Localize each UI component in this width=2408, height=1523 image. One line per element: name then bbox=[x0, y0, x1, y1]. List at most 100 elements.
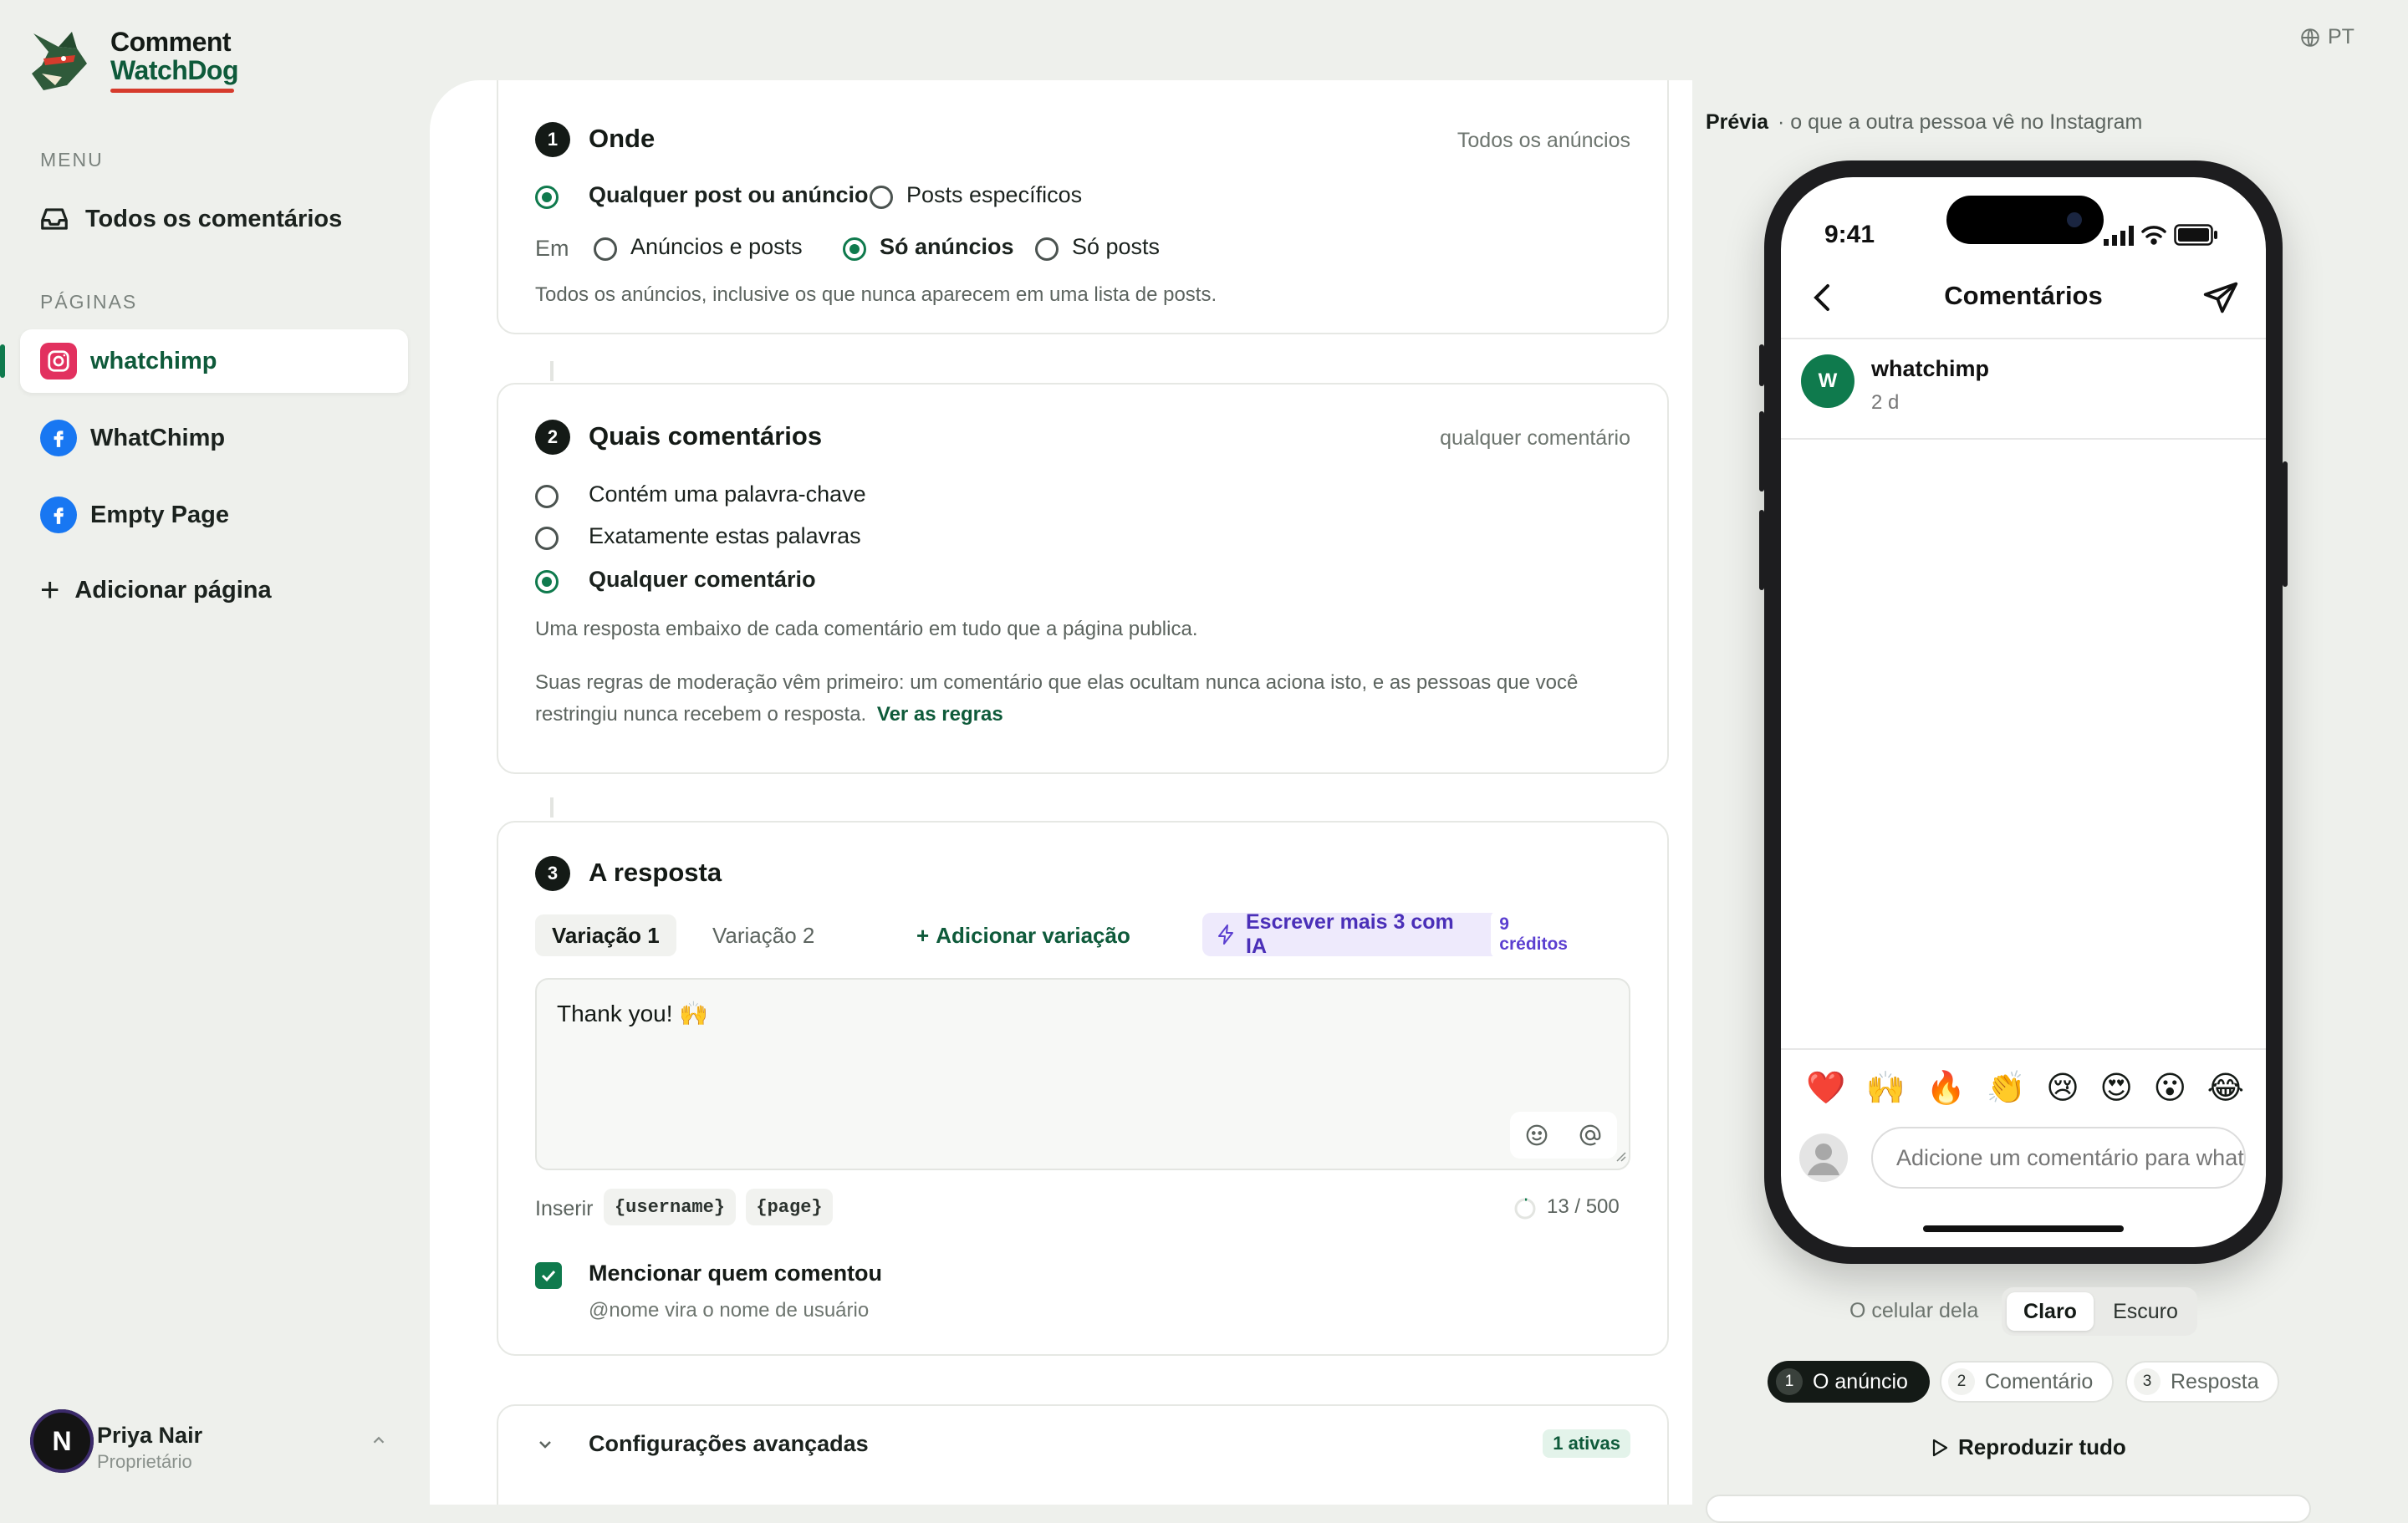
radio-only-posts[interactable] bbox=[1035, 237, 1059, 261]
play-step-comment[interactable]: 2 Comentário bbox=[1940, 1361, 2114, 1403]
mention-icon[interactable] bbox=[1578, 1123, 1603, 1148]
advanced-settings[interactable]: Configurações avançadas 1 ativas bbox=[497, 1404, 1669, 1505]
theme-option-dark[interactable]: Escuro bbox=[2099, 1292, 2192, 1331]
play-step-reply[interactable]: 3 Resposta bbox=[2125, 1361, 2279, 1403]
insert-token-page[interactable]: {page} bbox=[746, 1189, 833, 1225]
add-page-button[interactable]: + Adicionar página bbox=[20, 558, 408, 622]
phone-side-button bbox=[1759, 411, 1764, 492]
tab-variation-2[interactable]: Variação 2 bbox=[696, 914, 831, 956]
brand-underline bbox=[110, 89, 234, 93]
resize-handle-icon[interactable] bbox=[1614, 1149, 1627, 1167]
emoji-reaction[interactable]: 😍 bbox=[2099, 1070, 2133, 1107]
preview-title: Prévia bbox=[1706, 110, 1769, 134]
sidebar-item-page-whatchimp-ig[interactable]: whatchimp bbox=[20, 329, 408, 393]
comment-username: whatchimp bbox=[1871, 356, 1990, 381]
moderation-note-line1: Suas regras de moderação vêm primeiro: u… bbox=[535, 671, 1579, 694]
step-number: 2 bbox=[535, 420, 570, 455]
emoji-reaction[interactable]: 😂 bbox=[2207, 1070, 2244, 1107]
comment-input-placeholder: Adicione um comentário para whatchimp... bbox=[1896, 1145, 2244, 1170]
see-rules-link[interactable]: Ver as regras bbox=[877, 703, 1003, 726]
battery-icon bbox=[2174, 224, 2219, 250]
phone-mockup: 9:41 Comentários W whatchimp 2 d ❤️ 🙌 🔥 bbox=[1759, 160, 2288, 1264]
emoji-bar-divider bbox=[1781, 1048, 2266, 1050]
sidebar-item-label: whatchimp bbox=[90, 347, 217, 374]
step-title: Onde bbox=[589, 124, 656, 153]
step-where-card: 1 Onde Todos os anúncios Qualquer post o… bbox=[497, 80, 1669, 334]
sidebar-item-label: WhatChimp bbox=[90, 424, 226, 451]
mention-checkbox[interactable] bbox=[535, 1262, 562, 1289]
sidebar-item-page-whatchimp-fb[interactable]: WhatChimp bbox=[20, 406, 408, 470]
theme-label: O celular dela bbox=[1849, 1299, 1979, 1322]
radio-any-comment[interactable] bbox=[535, 570, 559, 593]
in-label: Em bbox=[535, 236, 569, 261]
plus-icon: + bbox=[40, 572, 60, 609]
comments-header: Comentários bbox=[1944, 281, 2103, 310]
radio-contains-keyword[interactable] bbox=[535, 485, 559, 508]
step-reply-card: 3 A resposta Variação 1 Variação 2 + Adic… bbox=[497, 821, 1669, 1356]
home-indicator bbox=[1923, 1225, 2124, 1232]
sidebar-item-page-empty[interactable]: Empty Page bbox=[20, 483, 408, 547]
step-number: 1 bbox=[535, 122, 570, 157]
play-icon bbox=[1931, 1439, 1948, 1457]
theme-option-light[interactable]: Claro bbox=[2007, 1292, 2094, 1331]
phone-side-button bbox=[2283, 461, 2288, 587]
ai-write-label: Escrever mais 3 com IA bbox=[1246, 910, 1454, 958]
language-switcher[interactable]: PT bbox=[2299, 25, 2354, 49]
chevron-up-icon bbox=[370, 1431, 388, 1454]
step-hint: Todos os anúncios bbox=[1457, 129, 1630, 152]
insert-token-username[interactable]: {username} bbox=[604, 1189, 736, 1225]
plus-icon: + bbox=[916, 923, 930, 948]
comment-input[interactable]: Adicione um comentário para whatchimp... bbox=[1871, 1127, 2246, 1189]
radio-only-ads[interactable] bbox=[843, 237, 866, 261]
ai-write-button[interactable]: Escrever mais 3 com IA 9 créditos bbox=[1202, 910, 1590, 958]
step-connector bbox=[550, 797, 554, 818]
ai-credits-badge: 9 créditos bbox=[1491, 911, 1590, 958]
radio-specific-posts[interactable] bbox=[870, 186, 893, 209]
tab-variation-1[interactable]: Variação 1 bbox=[535, 914, 676, 956]
menu-section-label: MENU bbox=[40, 149, 104, 171]
brand-logo-icon bbox=[25, 27, 95, 97]
play-step-ad[interactable]: 1 O anúncio bbox=[1768, 1361, 1930, 1403]
add-variation-button[interactable]: + Adicionar variação bbox=[916, 914, 1130, 956]
radio-exact-words[interactable] bbox=[535, 527, 559, 550]
emoji-reaction[interactable]: 🔥 bbox=[1926, 1070, 1966, 1107]
dynamic-island bbox=[1946, 196, 2104, 244]
step-help: Uma resposta embaixo de cada comentário … bbox=[535, 618, 1198, 640]
user-menu[interactable]: N Priya Nair Proprietário bbox=[30, 1409, 398, 1473]
play-step-label: O anúncio bbox=[1813, 1369, 1908, 1393]
emoji-picker-icon[interactable] bbox=[1524, 1123, 1549, 1148]
textarea-tools bbox=[1510, 1112, 1617, 1159]
insert-label: Inserir bbox=[535, 1197, 594, 1220]
option-label: Exatamente estas palavras bbox=[589, 523, 861, 548]
comment-divider bbox=[1781, 438, 2266, 440]
phone-screen: 9:41 Comentários W whatchimp 2 d ❤️ 🙌 🔥 bbox=[1781, 177, 2266, 1247]
play-all-button[interactable]: Reproduzir tudo bbox=[1931, 1434, 2126, 1460]
emoji-reaction[interactable]: 😮 bbox=[2153, 1070, 2186, 1107]
lightning-icon bbox=[1217, 924, 1234, 945]
option-label: Posts específicos bbox=[906, 182, 1083, 207]
send-icon[interactable] bbox=[2201, 279, 2241, 320]
mention-label: Mencionar quem comentou bbox=[589, 1261, 883, 1286]
step-title: A resposta bbox=[589, 858, 722, 887]
reply-text: Thank you! 🙌 bbox=[557, 1001, 709, 1026]
step-number-badge: 3 bbox=[2134, 1368, 2161, 1395]
emoji-reaction[interactable]: 👏 bbox=[1986, 1070, 2025, 1107]
step-number: 3 bbox=[535, 856, 570, 891]
emoji-reaction[interactable]: ❤️ bbox=[1806, 1070, 1845, 1107]
globe-icon bbox=[2299, 27, 2321, 48]
radio-ads-and-posts[interactable] bbox=[594, 237, 617, 261]
facebook-icon bbox=[40, 420, 77, 456]
header-divider bbox=[1781, 338, 2266, 339]
signal-icon bbox=[2104, 226, 2135, 250]
radio-any-post-or-ad[interactable] bbox=[535, 186, 559, 209]
reply-textarea[interactable]: Thank you! 🙌 bbox=[535, 978, 1630, 1170]
chevron-down-icon bbox=[535, 1434, 555, 1459]
add-page-label: Adicionar página bbox=[74, 576, 272, 604]
sidebar-item-all-comments[interactable]: Todos os comentários bbox=[20, 187, 408, 251]
emoji-reaction[interactable]: 🙌 bbox=[1866, 1070, 1905, 1107]
brand-line1: Comment bbox=[110, 27, 232, 57]
pages-section-label: PÁGINAS bbox=[40, 291, 138, 313]
phone-side-button bbox=[1759, 344, 1764, 386]
emoji-reaction[interactable]: 😢 bbox=[2046, 1070, 2079, 1107]
step-connector bbox=[550, 361, 554, 381]
